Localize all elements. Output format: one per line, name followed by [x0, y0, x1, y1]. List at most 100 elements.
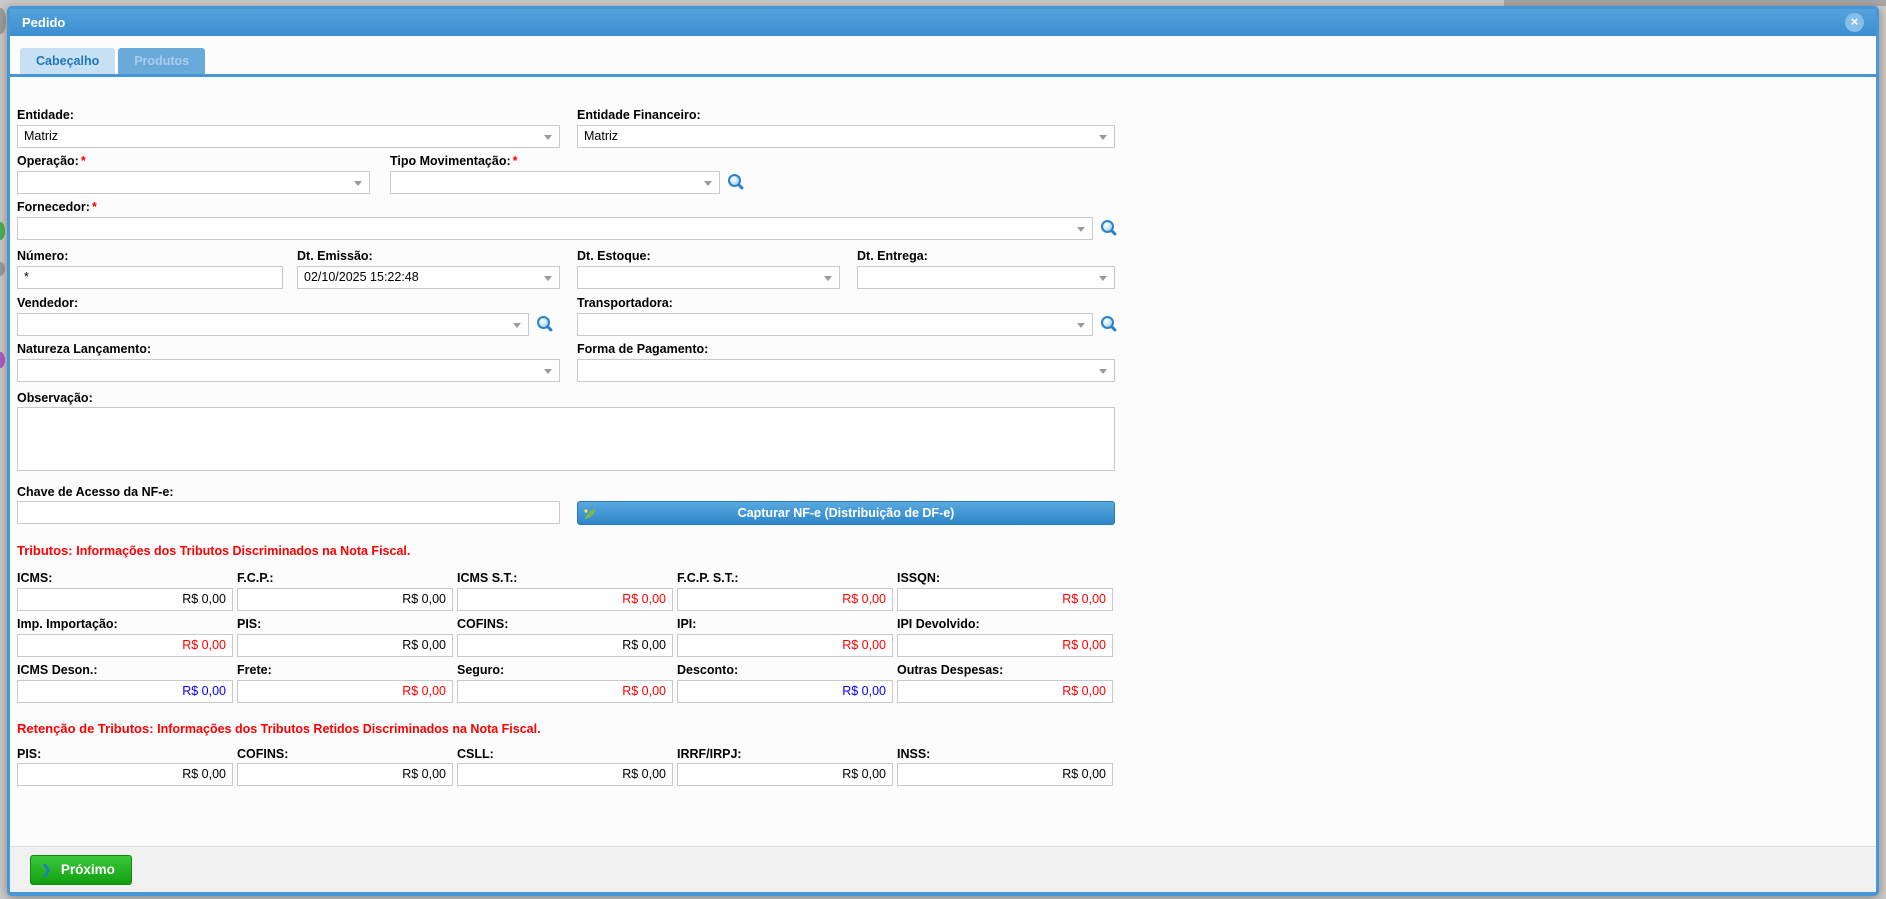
tipo-movimentacao-label: Tipo Movimentação:*	[390, 154, 518, 169]
fcp-st-input[interactable]: R$ 0,00	[677, 588, 893, 611]
entidade-value: Matriz	[18, 126, 559, 147]
imp-importacao-input[interactable]: R$ 0,00	[17, 634, 233, 657]
entidade-financeiro-select[interactable]: Matriz	[577, 125, 1115, 148]
tipo-movimentacao-select[interactable]	[390, 171, 720, 194]
ipi-devolvido-label: IPI Devolvido:	[897, 617, 980, 632]
tab-produtos[interactable]: Produtos	[118, 48, 205, 74]
dialog-footer: ❯ Próximo	[10, 846, 1876, 892]
tab-bar: Cabeçalho Produtos	[10, 36, 1876, 77]
chevron-down-icon	[354, 181, 362, 186]
ret-cofins-label: COFINS:	[237, 747, 288, 762]
cofins-label: COFINS:	[457, 617, 508, 632]
vendedor-select[interactable]	[17, 313, 529, 336]
tributos-heading-subtitle: Informações dos Tributos Discriminados n…	[76, 544, 410, 558]
nfe-icon	[583, 506, 597, 528]
ret-pis-label: PIS:	[17, 747, 41, 762]
icms-st-input[interactable]: R$ 0,00	[457, 588, 673, 611]
dt-emissao-value: 02/10/2025 15:22:48	[298, 267, 559, 288]
desconto-input[interactable]: R$ 0,00	[677, 680, 893, 703]
forma-pagamento-select[interactable]	[577, 359, 1115, 382]
dt-entrega-select[interactable]	[857, 266, 1115, 289]
observacao-textarea[interactable]	[17, 407, 1115, 471]
ret-inss-input[interactable]: R$ 0,00	[897, 763, 1113, 786]
tab-cabecalho[interactable]: Cabeçalho	[20, 48, 115, 74]
retencao-heading: Retenção de Tributos: Informações dos Tr…	[17, 721, 541, 736]
icms-label: ICMS:	[17, 571, 52, 586]
search-icon[interactable]	[537, 316, 550, 329]
transportadora-label: Transportadora:	[577, 296, 673, 311]
ret-irrf-irpj-input[interactable]: R$ 0,00	[677, 763, 893, 786]
entidade-select[interactable]: Matriz	[17, 125, 560, 148]
forma-pagamento-label: Forma de Pagamento:	[577, 342, 708, 357]
ipi-devolvido-input[interactable]: R$ 0,00	[897, 634, 1113, 657]
entidade-financeiro-value: Matriz	[578, 126, 1114, 147]
chevron-down-icon	[704, 181, 712, 186]
icms-deson-label: ICMS Deson.:	[17, 663, 98, 678]
capturar-nfe-label: Capturar NF-e (Distribuição de DF-e)	[738, 506, 955, 520]
vendedor-label: Vendedor:	[17, 296, 78, 311]
natureza-lancamento-label: Natureza Lançamento:	[17, 342, 151, 357]
ipi-label: IPI:	[677, 617, 696, 632]
retencao-heading-subtitle: Informações dos Tributos Retidos Discrim…	[157, 722, 540, 736]
ret-csll-input[interactable]: R$ 0,00	[457, 763, 673, 786]
chevron-down-icon	[1099, 276, 1107, 281]
numero-value: *	[18, 267, 282, 288]
chave-nfe-input[interactable]	[17, 501, 560, 524]
form-panel: Entidade: Matriz Entidade Financeiro: Ma…	[10, 80, 1876, 846]
transportadora-select[interactable]	[577, 313, 1093, 336]
ret-inss-label: INSS:	[897, 747, 930, 762]
operacao-select[interactable]	[17, 171, 370, 194]
seguro-input[interactable]: R$ 0,00	[457, 680, 673, 703]
search-icon[interactable]	[1101, 220, 1114, 233]
seguro-label: Seguro:	[457, 663, 504, 678]
ret-pis-input[interactable]: R$ 0,00	[17, 763, 233, 786]
dt-emissao-label: Dt. Emissão:	[297, 249, 373, 264]
pis-label: PIS:	[237, 617, 261, 632]
background-window-fragment	[0, 262, 5, 276]
numero-input[interactable]: *	[17, 266, 283, 289]
chevron-down-icon	[1077, 227, 1085, 232]
fcp-label: F.C.P.:	[237, 571, 274, 586]
capturar-nfe-button[interactable]: Capturar NF-e (Distribuição de DF-e)	[577, 501, 1115, 525]
background-window-fragment	[0, 222, 5, 240]
pis-input[interactable]: R$ 0,00	[237, 634, 453, 657]
outras-despesas-input[interactable]: R$ 0,00	[897, 680, 1113, 703]
proximo-label: Próximo	[61, 862, 115, 877]
dt-estoque-label: Dt. Estoque:	[577, 249, 651, 264]
background-window-fragment	[0, 8, 6, 34]
ret-irrf-irpj-label: IRRF/IRPJ:	[677, 747, 742, 762]
icms-input[interactable]: R$ 0,00	[17, 588, 233, 611]
dt-emissao-select[interactable]: 02/10/2025 15:22:48	[297, 266, 560, 289]
outras-despesas-label: Outras Despesas:	[897, 663, 1003, 678]
pedido-dialog: Pedido × Cabeçalho Produtos Entidade: Ma…	[7, 6, 1879, 896]
dialog-title: Pedido	[22, 15, 65, 30]
frete-label: Frete:	[237, 663, 272, 678]
natureza-lancamento-select[interactable]	[17, 359, 560, 382]
proximo-button[interactable]: ❯ Próximo	[30, 855, 132, 885]
issqn-label: ISSQN:	[897, 571, 940, 586]
fornecedor-select[interactable]	[17, 217, 1093, 240]
entidade-financeiro-label: Entidade Financeiro:	[577, 108, 701, 123]
numero-label: Número:	[17, 249, 68, 264]
close-icon[interactable]: ×	[1845, 13, 1864, 32]
icms-deson-input[interactable]: R$ 0,00	[17, 680, 233, 703]
chevron-right-icon: ❯	[41, 862, 52, 877]
search-icon[interactable]	[1101, 316, 1114, 329]
ipi-input[interactable]: R$ 0,00	[677, 634, 893, 657]
chevron-down-icon	[1099, 369, 1107, 374]
ret-csll-label: CSLL:	[457, 747, 494, 762]
retencao-heading-title: Retenção de Tributos:	[17, 721, 154, 736]
search-icon[interactable]	[728, 174, 741, 187]
dt-estoque-select[interactable]	[577, 266, 840, 289]
issqn-input[interactable]: R$ 0,00	[897, 588, 1113, 611]
fcp-input[interactable]: R$ 0,00	[237, 588, 453, 611]
ret-cofins-input[interactable]: R$ 0,00	[237, 763, 453, 786]
frete-input[interactable]: R$ 0,00	[237, 680, 453, 703]
chevron-down-icon	[1077, 323, 1085, 328]
background-window-fragment	[0, 352, 5, 368]
chevron-down-icon	[544, 276, 552, 281]
dialog-titlebar[interactable]: Pedido ×	[10, 9, 1876, 36]
cofins-input[interactable]: R$ 0,00	[457, 634, 673, 657]
chave-nfe-label: Chave de Acesso da NF-e:	[17, 485, 174, 500]
entidade-label: Entidade:	[17, 108, 74, 123]
